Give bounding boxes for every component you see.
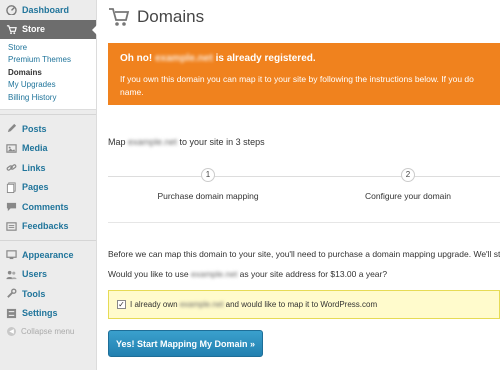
page-title: Domains [137, 7, 205, 26]
submenu-item-premium-themes[interactable]: Premium Themes [0, 54, 96, 67]
content-divider [108, 222, 500, 223]
price-question: Would you like to use example.net as you… [108, 269, 387, 279]
domain-registered-alert: Oh no! example.net is already registered… [108, 43, 500, 105]
tools-icon [5, 288, 17, 300]
collapse-arrow-icon: ◀ [7, 326, 16, 336]
admin-sidebar: Dashboard Store Store Premium Themes Dom… [0, 0, 97, 370]
own-domain-checkbox[interactable]: ✓ [117, 300, 126, 309]
alert-body-line2: name. [120, 87, 144, 97]
sidebar-item-store[interactable]: Store [0, 19, 97, 39]
sidebar-item-label: Appearance [22, 249, 74, 260]
own-domain-name: example.net [179, 300, 224, 309]
collapse-menu-button[interactable]: ◀ Collapse menu [0, 323, 96, 339]
sidebar-item-feedbacks[interactable]: Feedbacks [0, 217, 96, 237]
cart-icon [108, 6, 130, 28]
steps-intro: Map example.net to your site in 3 steps [108, 137, 265, 147]
steps-intro-suffix: to your site in 3 steps [177, 137, 265, 147]
sidebar-item-pages[interactable]: Pages [0, 178, 96, 198]
sidebar-item-comments[interactable]: Comments [0, 197, 96, 217]
alert-title-prefix: Oh no! [120, 53, 155, 64]
main-content: Domains Oh no! example.net is already re… [98, 0, 500, 370]
store-submenu: Store Premium Themes Domains My Upgrades… [0, 38, 96, 110]
media-icon [5, 142, 17, 154]
submenu-item-my-upgrades[interactable]: My Upgrades [0, 79, 96, 92]
settings-icon [5, 307, 17, 319]
alert-body-line1: If you own this domain you can map it to… [120, 74, 474, 84]
sidebar-item-posts[interactable]: Posts [0, 119, 96, 139]
sidebar-item-label: Tools [22, 288, 46, 299]
step-1: 1 Purchase domain mapping [153, 168, 263, 201]
price-question-prefix: Would you like to use [108, 269, 191, 279]
alert-title: Oh no! example.net is already registered… [120, 53, 488, 64]
dashboard-icon [5, 4, 17, 16]
alert-body: If you own this domain you can map it to… [120, 73, 488, 99]
sidebar-item-tools[interactable]: Tools [0, 284, 96, 304]
own-domain-suffix: and would like to map it to WordPress.co… [225, 300, 378, 309]
step-number: 2 [401, 168, 415, 182]
price-question-domain: example.net [191, 269, 238, 279]
mapping-explanation: Before we can map this domain to your si… [108, 249, 500, 259]
alert-domain: example.net [155, 53, 213, 64]
sidebar-item-label: Posts [22, 123, 47, 134]
posts-icon [5, 123, 17, 135]
submenu-item-billing-history[interactable]: Billing History [0, 92, 96, 105]
own-domain-prefix: I already own [130, 300, 178, 309]
step-number: 1 [201, 168, 215, 182]
start-mapping-button[interactable]: Yes! Start Mapping My Domain » [108, 330, 263, 357]
sidebar-item-label: Store [22, 24, 46, 34]
own-domain-notice: ✓ I already own example.net and would li… [108, 290, 500, 319]
sidebar-item-links[interactable]: Links [0, 158, 96, 178]
sidebar-item-label: Users [22, 269, 48, 280]
sidebar-item-users[interactable]: Users [0, 265, 96, 285]
alert-title-suffix: is already registered. [212, 53, 316, 64]
sidebar-item-label: Pages [22, 182, 49, 193]
users-icon [5, 268, 17, 280]
sidebar-item-settings[interactable]: Settings [0, 304, 96, 324]
submenu-item-domains[interactable]: Domains [0, 67, 96, 80]
steps-intro-prefix: Map [108, 137, 129, 147]
price-question-suffix: as your site address for $13.00 a year? [237, 269, 388, 279]
sidebar-item-label: Feedbacks [22, 221, 69, 232]
pages-icon [5, 181, 17, 193]
submenu-item-store[interactable]: Store [0, 42, 96, 55]
step-label: Purchase domain mapping [157, 191, 259, 201]
step-2: 2 Configure your domain [353, 168, 463, 201]
sidebar-item-dashboard[interactable]: Dashboard [0, 0, 96, 20]
sidebar-item-media[interactable]: Media [0, 139, 96, 159]
sidebar-separator [0, 240, 96, 241]
appearance-icon [5, 249, 17, 261]
sidebar-item-label: Comments [22, 201, 69, 212]
sidebar-item-label: Media [22, 143, 48, 154]
sidebar-separator [0, 114, 96, 115]
sidebar-item-label: Links [22, 162, 46, 173]
sidebar-item-appearance[interactable]: Appearance [0, 245, 96, 265]
sidebar-item-label: Dashboard [22, 4, 70, 15]
sidebar-item-label: Settings [22, 308, 58, 319]
comments-icon [5, 201, 17, 213]
store-icon [5, 23, 17, 35]
collapse-menu-label: Collapse menu [21, 326, 75, 336]
feedbacks-icon [5, 220, 17, 232]
links-icon [5, 162, 17, 174]
steps-intro-domain: example.net [128, 137, 178, 147]
step-label: Configure your domain [365, 191, 451, 201]
page-header: Domains [108, 6, 204, 28]
